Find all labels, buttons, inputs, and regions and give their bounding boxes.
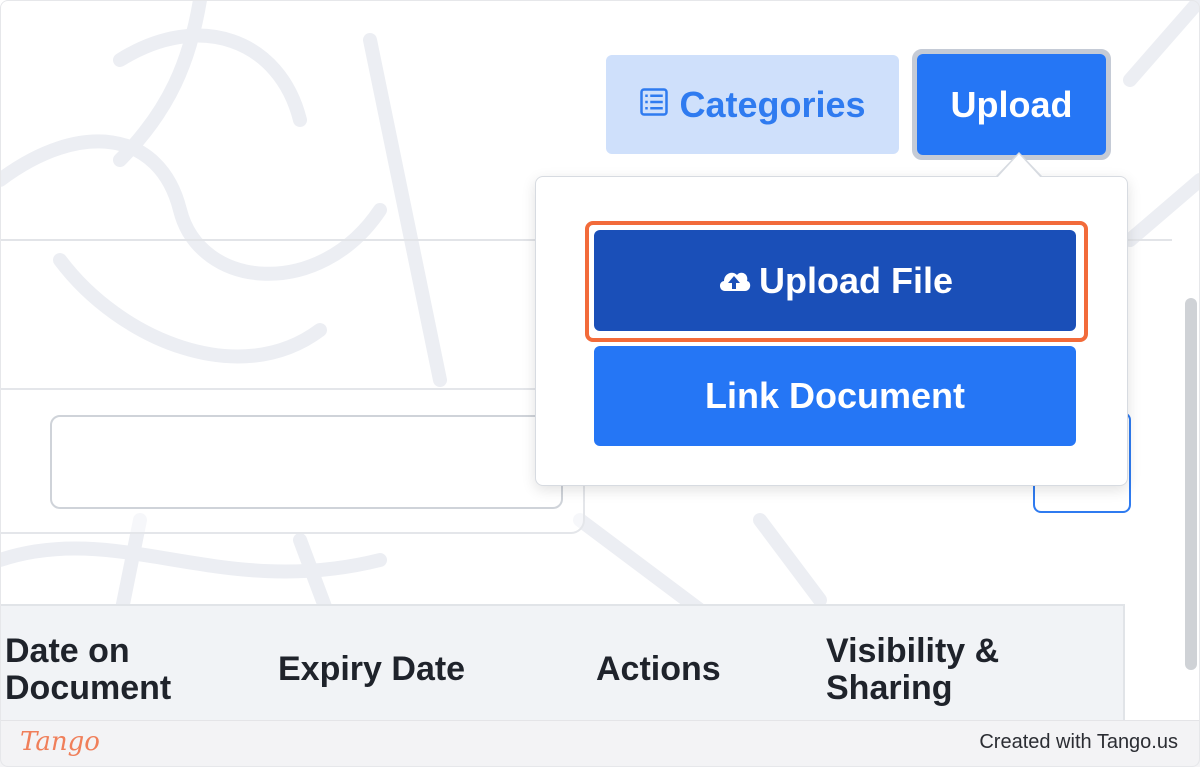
upload-file-button[interactable]: Upload File: [594, 230, 1076, 331]
credit-text[interactable]: Created with Tango.us: [979, 731, 1178, 754]
list-icon: [639, 84, 669, 126]
categories-button[interactable]: Categories: [606, 55, 899, 154]
vertical-scrollbar[interactable]: [1185, 298, 1197, 670]
tango-logo[interactable]: Tango: [20, 727, 100, 757]
upload-file-label: Upload File: [758, 259, 953, 301]
column-header-actions: Actions: [596, 650, 721, 688]
column-header-expiry-date[interactable]: Expiry Date: [278, 651, 538, 688]
search-input[interactable]: [50, 415, 563, 509]
link-document-button[interactable]: Link Document: [594, 346, 1076, 446]
categories-button-label: Categories: [679, 83, 866, 125]
column-header-visibility-sharing[interactable]: Visibility & Sharing: [826, 633, 1086, 707]
cloud-upload-icon: [717, 260, 751, 302]
upload-button-label: Upload: [917, 54, 1106, 155]
upload-button[interactable]: Upload: [912, 49, 1111, 160]
column-header-date-on-document[interactable]: Date on Document: [5, 633, 245, 707]
dropdown-caret-fill: [997, 154, 1041, 178]
